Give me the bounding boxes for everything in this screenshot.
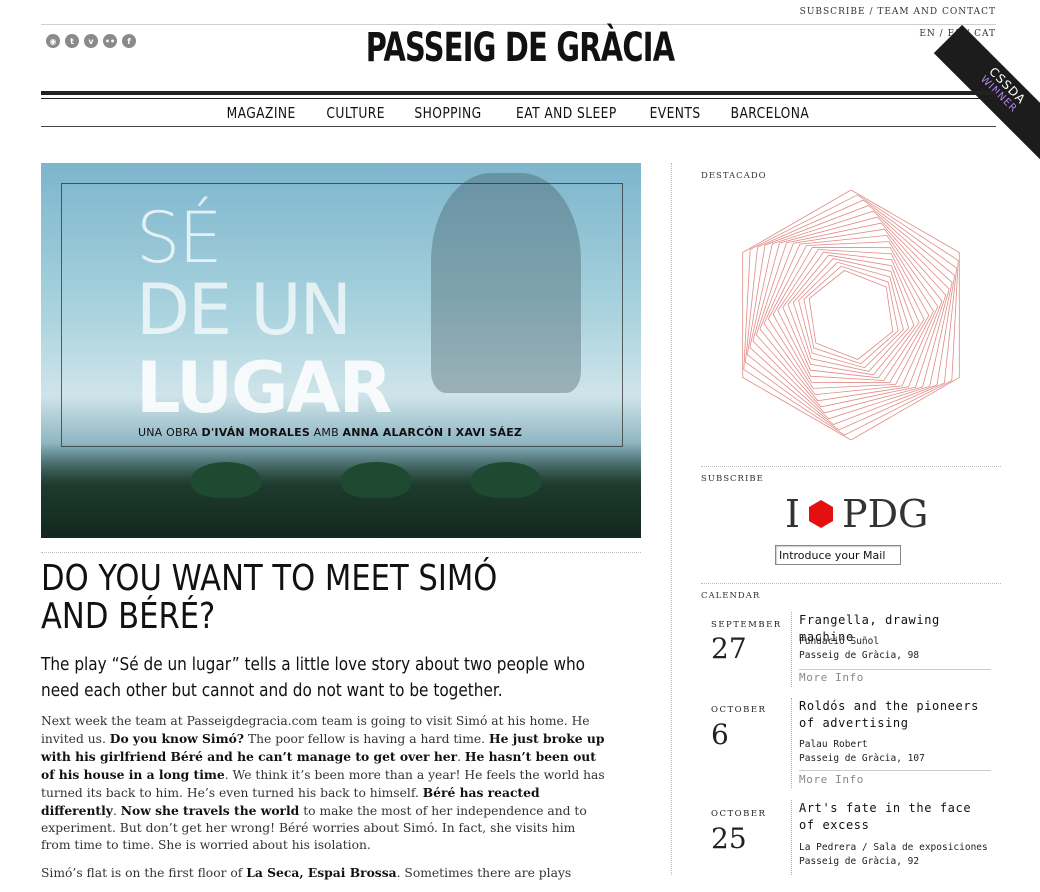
hero-image[interactable]: SÉ DE UN LUGAR UNA OBRA D'IVÁN MORALES A…	[41, 163, 641, 538]
event-rule	[799, 669, 991, 670]
text-bold: Now she travels the world	[120, 803, 300, 818]
subscribe-link[interactable]: SUBSCRIBE	[800, 7, 866, 17]
hexagon-pattern-icon	[742, 189, 960, 441]
lang-separator: /	[935, 29, 948, 39]
event-divider	[791, 612, 793, 687]
credit-mid: AMB	[309, 426, 343, 439]
featured-hexagon-graphic[interactable]	[740, 189, 962, 444]
event-venue: Fundació Suñol	[799, 636, 880, 647]
rss-icon[interactable]: ◉	[46, 34, 60, 48]
facebook-icon[interactable]: f	[122, 34, 136, 48]
event-venue: La Pedrera / Sala de exposiciones	[799, 842, 988, 853]
nav-magazine[interactable]: MAGAZINE	[227, 104, 296, 122]
poster-credits: UNA OBRA D'IVÁN MORALES AMB ANNA ALARCÓN…	[138, 426, 522, 439]
text-run: Simó’s flat is on the first floor of	[41, 866, 247, 880]
poster-line-2: DE UN	[136, 269, 352, 351]
lang-cat[interactable]: CAT	[974, 29, 996, 39]
article-title: DO YOU WANT TO MEET SIMÓ AND BÉRÉ?	[41, 558, 498, 637]
text-run: .	[457, 750, 465, 764]
article-paragraph: Simó’s flat is on the first floor of La …	[41, 864, 606, 882]
event-divider	[791, 698, 793, 788]
event-title[interactable]: Roldós and the pioneers of advertising	[799, 698, 989, 732]
event-address: Passeig de Gràcia, 98	[799, 650, 920, 661]
nav-shopping[interactable]: SHOPPING	[414, 104, 481, 122]
credit-author: D'IVÁN MORALES	[201, 426, 310, 439]
twitter-icon[interactable]: t	[65, 34, 79, 48]
article-subtitle: The play “Sé de un lugar” tells a little…	[41, 654, 586, 701]
lang-en[interactable]: EN	[919, 29, 935, 39]
event-venue: Palau Robert	[799, 739, 868, 750]
subscribe-label: SUBSCRIBE	[701, 474, 764, 484]
event-month: SEPTEMBER	[711, 620, 782, 630]
poster-line-3: LUGAR	[136, 347, 392, 429]
text-bold: Do you know Simó?	[109, 731, 244, 746]
nav-barcelona[interactable]: BARCELONA	[730, 104, 809, 122]
event-address: Passeig de Gràcia, 92	[799, 856, 920, 867]
red-hexagon-icon	[809, 500, 834, 528]
text-run: .	[112, 804, 121, 818]
hexagon-ring	[752, 216, 950, 414]
event-divider	[791, 800, 793, 875]
calendar-label: CALENDAR	[701, 591, 761, 601]
article-body: Next week the team at Passeigdegracia.co…	[41, 713, 606, 892]
i-love-pdg-logo: I PDG	[785, 492, 928, 536]
site-logo[interactable]: PASSEIG DE GRÀCIA	[146, 28, 895, 68]
top-bar: SUBSCRIBE / TEAM AND CONTACT	[41, 0, 996, 25]
sidebar-divider	[671, 163, 673, 875]
event-day: 25	[711, 822, 747, 855]
team-contact-link[interactable]: TEAM AND CONTACT	[877, 7, 996, 17]
top-links-separator: /	[865, 7, 878, 17]
sidebar-separator	[701, 583, 1001, 584]
text-run: . Sometimes there are plays	[396, 866, 572, 880]
nav-events[interactable]: EVENTS	[649, 104, 700, 122]
more-info-link[interactable]: More Info	[799, 671, 864, 684]
hexagon-ring	[767, 241, 935, 389]
palm-tree	[191, 462, 261, 498]
nav-bottom-rule	[41, 126, 996, 127]
hexagon-ring	[742, 189, 960, 441]
credit-prefix: UNA OBRA	[138, 426, 202, 439]
ipdg-pdg: PDG	[842, 492, 929, 536]
palm-trees	[41, 443, 641, 538]
text-run: The poor fellow is having a hard time.	[244, 732, 489, 746]
top-links: SUBSCRIBE / TEAM AND CONTACT	[800, 7, 996, 17]
event-day: 6	[711, 718, 729, 751]
credit-cast: ANNA ALARCÓN I XAVI SÁEZ	[342, 426, 523, 439]
event-day: 27	[711, 632, 747, 665]
venue-link[interactable]: La Seca, Espai Brossa	[246, 865, 396, 880]
article-divider	[41, 552, 641, 553]
sidebar-separator	[701, 466, 1001, 467]
hexagon-ring	[798, 261, 904, 369]
nav-eat-and-sleep[interactable]: EAT AND SLEEP	[516, 104, 617, 122]
nav-culture[interactable]: CULTURE	[326, 104, 384, 122]
ipdg-i: I	[785, 492, 801, 536]
event-title[interactable]: Art's fate in the face of excess	[799, 800, 989, 834]
hexagon-ring	[746, 205, 956, 425]
article-paragraph: Next week the team at Passeigdegracia.co…	[41, 713, 606, 854]
event-rule	[799, 770, 991, 771]
flickr-icon[interactable]: ••	[103, 34, 117, 48]
main-nav: MAGAZINE CULTURE SHOPPING EAT AND SLEEP …	[41, 104, 996, 122]
nav-top-rule-thin	[41, 98, 996, 99]
event-month: OCTOBER	[711, 809, 767, 819]
palm-tree	[341, 462, 411, 498]
event-address: Passeig de Gràcia, 107	[799, 753, 925, 764]
nav-top-rule	[41, 91, 996, 95]
palm-tree	[471, 462, 541, 498]
destacado-label: DESTACADO	[701, 171, 767, 181]
poster-line-1: SÉ	[136, 197, 223, 279]
vimeo-icon[interactable]: v	[84, 34, 98, 48]
social-icons: ◉ t v •• f	[46, 34, 136, 48]
more-info-link[interactable]: More Info	[799, 773, 864, 786]
email-input[interactable]	[775, 545, 901, 565]
hexagon-ring	[743, 194, 959, 436]
event-month: OCTOBER	[711, 705, 767, 715]
hexagon-ring	[782, 251, 920, 379]
hexagon-ring	[792, 258, 910, 372]
